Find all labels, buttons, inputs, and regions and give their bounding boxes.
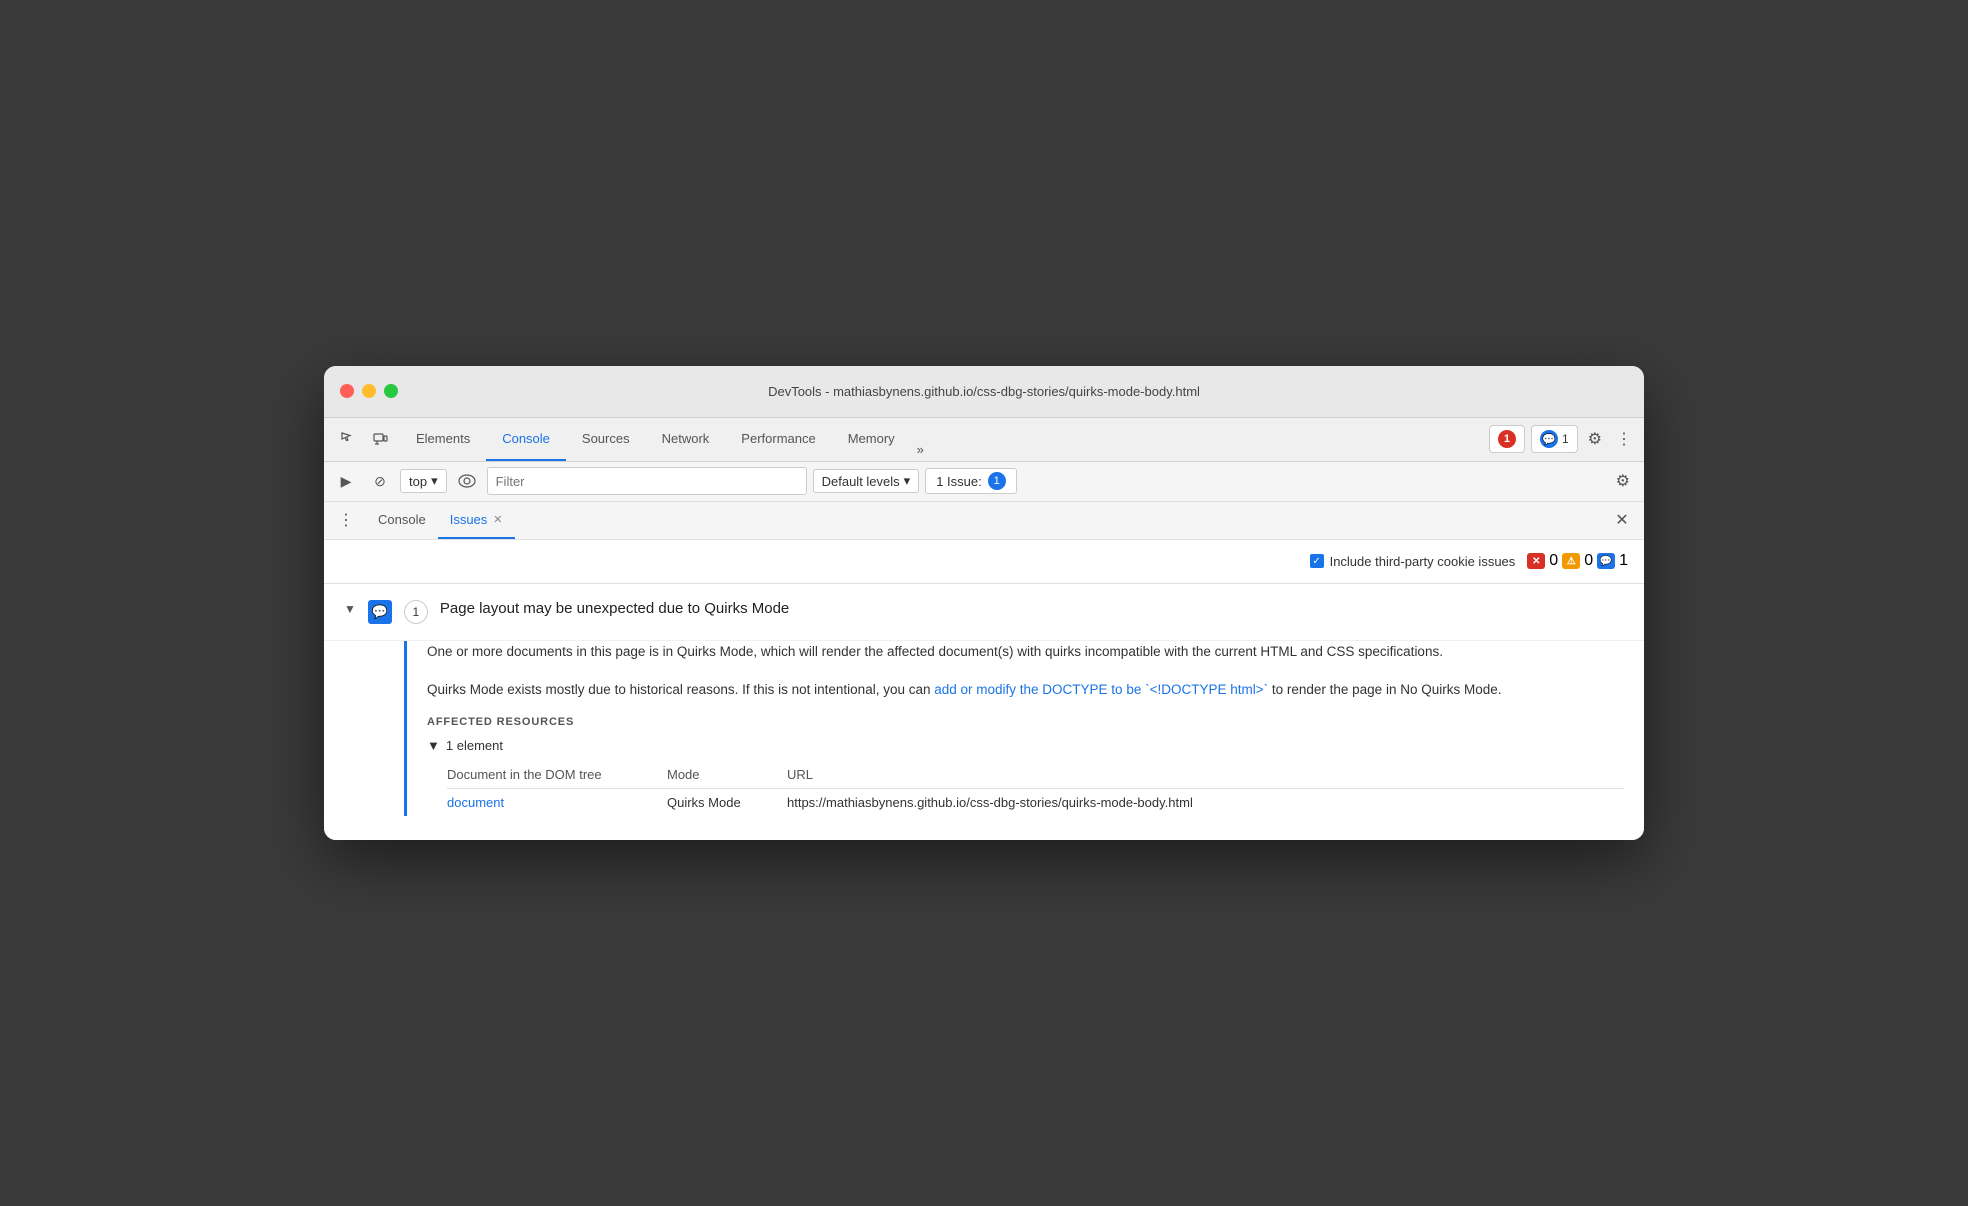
issue-description-2: Quirks Mode exists mostly due to histori… (427, 679, 1624, 701)
checkbox-checked-icon: ✓ (1310, 554, 1324, 568)
issue-body: One or more documents in this page is in… (324, 641, 1644, 840)
more-tabs-button[interactable]: » (911, 438, 930, 461)
tab-console[interactable]: Console (486, 418, 566, 461)
issue-description-1: One or more documents in this page is in… (427, 641, 1624, 663)
resources-table: Document in the DOM tree Mode URL docume… (447, 761, 1624, 816)
tab-network[interactable]: Network (646, 418, 726, 461)
error-icon: ✕ (1532, 556, 1540, 567)
minimize-button[interactable] (362, 384, 376, 398)
tab-performance[interactable]: Performance (725, 418, 831, 461)
more-options-icon[interactable]: ⋮ (1612, 425, 1636, 453)
console-settings-icon[interactable]: ⚙ (1610, 467, 1636, 495)
document-link[interactable]: document (447, 795, 504, 810)
tabs-right-actions: 1 💬 1 ⚙ ⋮ (1489, 425, 1636, 453)
device-toolbar-icon[interactable] (364, 423, 396, 455)
tab-console-panel[interactable]: Console (366, 502, 438, 539)
titlebar: DevTools - mathiasbynens.github.io/css-d… (324, 366, 1644, 418)
table-row: document Quirks Mode https://mathiasbyne… (447, 789, 1624, 816)
error-count-badge: 1 (1498, 430, 1516, 448)
third-party-cookie-checkbox-label[interactable]: ✓ Include third-party cookie issues (1310, 554, 1516, 569)
inspect-element-icon[interactable] (332, 423, 364, 455)
close-panel-button[interactable]: ✕ (1608, 506, 1636, 534)
issue-body-bar: One or more documents in this page is in… (404, 641, 1624, 816)
live-expressions-button[interactable] (453, 467, 481, 495)
issue-header-row[interactable]: ▼ 💬 1 Page layout may be unexpected due … (324, 584, 1644, 641)
issues-panel-header: ✓ Include third-party cookie issues ✕ 0 … (324, 540, 1644, 584)
issues-content: ▼ 💬 1 Page layout may be unexpected due … (324, 584, 1644, 840)
issues-badge: 1 (988, 472, 1006, 490)
panel-more-button[interactable]: ⋮ (332, 506, 360, 534)
context-dropdown[interactable]: top ▾ (400, 469, 447, 493)
tab-elements[interactable]: Elements (400, 418, 486, 461)
main-tabs-list: Elements Console Sources Network Perform… (400, 418, 1489, 461)
info-icon: 💬 (1600, 556, 1612, 567)
warning-issues-badge: ⚠ (1562, 553, 1580, 569)
window-title: DevTools - mathiasbynens.github.io/css-d… (768, 384, 1200, 399)
doctype-link[interactable]: add or modify the DOCTYPE to be `<!DOCTY… (934, 682, 1268, 697)
traffic-lights (340, 384, 398, 398)
info-issues-badge: 💬 (1597, 553, 1615, 569)
panel-tab-bar: ⋮ Console Issues ✕ ✕ (324, 502, 1644, 540)
settings-icon[interactable]: ⚙ (1584, 425, 1606, 453)
close-button[interactable] (340, 384, 354, 398)
log-levels-dropdown[interactable]: Default levels ▾ (813, 469, 920, 493)
error-badge-button[interactable]: 1 (1489, 425, 1525, 453)
issues-count-button[interactable]: 1 Issue: 1 (925, 468, 1017, 494)
close-issues-tab-icon[interactable]: ✕ (493, 513, 502, 526)
issue-expand-chevron[interactable]: ▼ (344, 602, 356, 616)
warning-icon: ⚠ (1567, 556, 1576, 567)
message-badge-button[interactable]: 💬 1 (1531, 425, 1578, 453)
element-chevron-icon: ▼ (427, 738, 440, 753)
issue-title: Page layout may be unexpected due to Qui… (440, 600, 789, 617)
filter-input[interactable] (487, 467, 807, 495)
issue-type-icon: 💬 (368, 600, 392, 624)
devtools-tab-bar: Elements Console Sources Network Perform… (324, 418, 1644, 462)
element-count-toggle[interactable]: ▼ 1 element (427, 738, 1624, 753)
message-count-badge: 💬 (1540, 430, 1558, 448)
error-issues-badge: ✕ (1527, 553, 1545, 569)
console-toolbar: ▶ ⊘ top ▾ Default levels ▾ 1 Issue: 1 ⚙ (324, 462, 1644, 502)
resource-url: https://mathiasbynens.github.io/css-dbg-… (787, 795, 1624, 810)
tab-memory[interactable]: Memory (832, 418, 911, 461)
devtools-window: DevTools - mathiasbynens.github.io/css-d… (324, 366, 1644, 840)
tab-sources[interactable]: Sources (566, 418, 646, 461)
tab-issues-panel[interactable]: Issues ✕ (438, 502, 515, 539)
maximize-button[interactable] (384, 384, 398, 398)
execute-button[interactable]: ▶ (332, 467, 360, 495)
affected-resources-label: AFFECTED RESOURCES (427, 716, 1624, 728)
clear-console-button[interactable]: ⊘ (366, 467, 394, 495)
issues-count-summary: ✕ 0 ⚠ 0 💬 1 (1527, 552, 1628, 570)
resources-table-header: Document in the DOM tree Mode URL (447, 761, 1624, 789)
issue-count-circle: 1 (404, 600, 428, 624)
